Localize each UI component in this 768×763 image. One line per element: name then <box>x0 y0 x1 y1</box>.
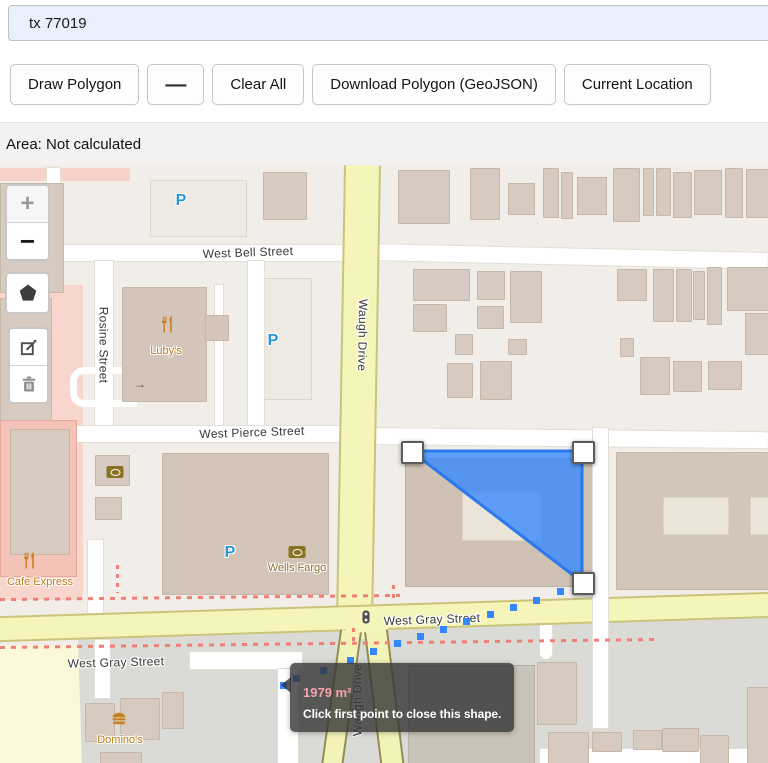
guide-dot <box>394 640 401 647</box>
polygon-tool-button[interactable] <box>7 274 48 312</box>
guide-dot <box>370 648 377 655</box>
tooltip-hint-text: Click first point to close this shape. <box>303 707 501 721</box>
area-status-text: Area: Not calculated <box>6 136 141 153</box>
delete-layers-button[interactable] <box>10 366 47 402</box>
search-bar <box>0 0 768 56</box>
edit-layers-button[interactable] <box>10 329 47 366</box>
guide-dot <box>440 626 447 633</box>
edit-toolbar <box>8 327 49 404</box>
download-geojson-button[interactable]: Download Polygon (GeoJSON) <box>312 64 556 105</box>
draw-polygon-tool <box>5 272 50 314</box>
zoom-control: + − <box>5 184 50 261</box>
guide-dot <box>557 588 564 595</box>
zoom-out-button[interactable]: − <box>7 223 48 259</box>
pentagon-icon <box>18 283 38 303</box>
edit-icon <box>19 338 38 357</box>
guide-dot <box>510 604 517 611</box>
draw-polygon-button[interactable]: Draw Polygon <box>10 64 139 105</box>
search-input[interactable] <box>8 5 768 41</box>
line-icon: — <box>165 74 186 95</box>
guide-dot <box>417 633 424 640</box>
current-location-button[interactable]: Current Location <box>564 64 711 105</box>
status-bar: Area: Not calculated <box>0 122 768 166</box>
guide-dot <box>533 597 540 604</box>
toolbar: Draw Polygon — Clear All Download Polygo… <box>0 64 768 114</box>
map-canvas[interactable]: West Bell Street West Pierce Street West… <box>0 165 768 763</box>
tooltip-arrow <box>281 677 291 693</box>
polygon-vertex-handle[interactable] <box>401 441 424 464</box>
polygon-vertex-handle[interactable] <box>572 572 595 595</box>
polygon-vertex-handle[interactable] <box>572 441 595 464</box>
guide-dot <box>487 611 494 618</box>
guide-dot <box>463 618 470 625</box>
clear-all-button[interactable]: Clear All <box>212 64 304 105</box>
trash-icon <box>20 375 38 393</box>
draw-line-button[interactable]: — <box>147 64 204 105</box>
zoom-in-button[interactable]: + <box>7 186 48 223</box>
tooltip-area-value: 1979 m² <box>303 685 501 700</box>
draw-tooltip: 1979 m² Click first point to close this … <box>290 663 514 732</box>
